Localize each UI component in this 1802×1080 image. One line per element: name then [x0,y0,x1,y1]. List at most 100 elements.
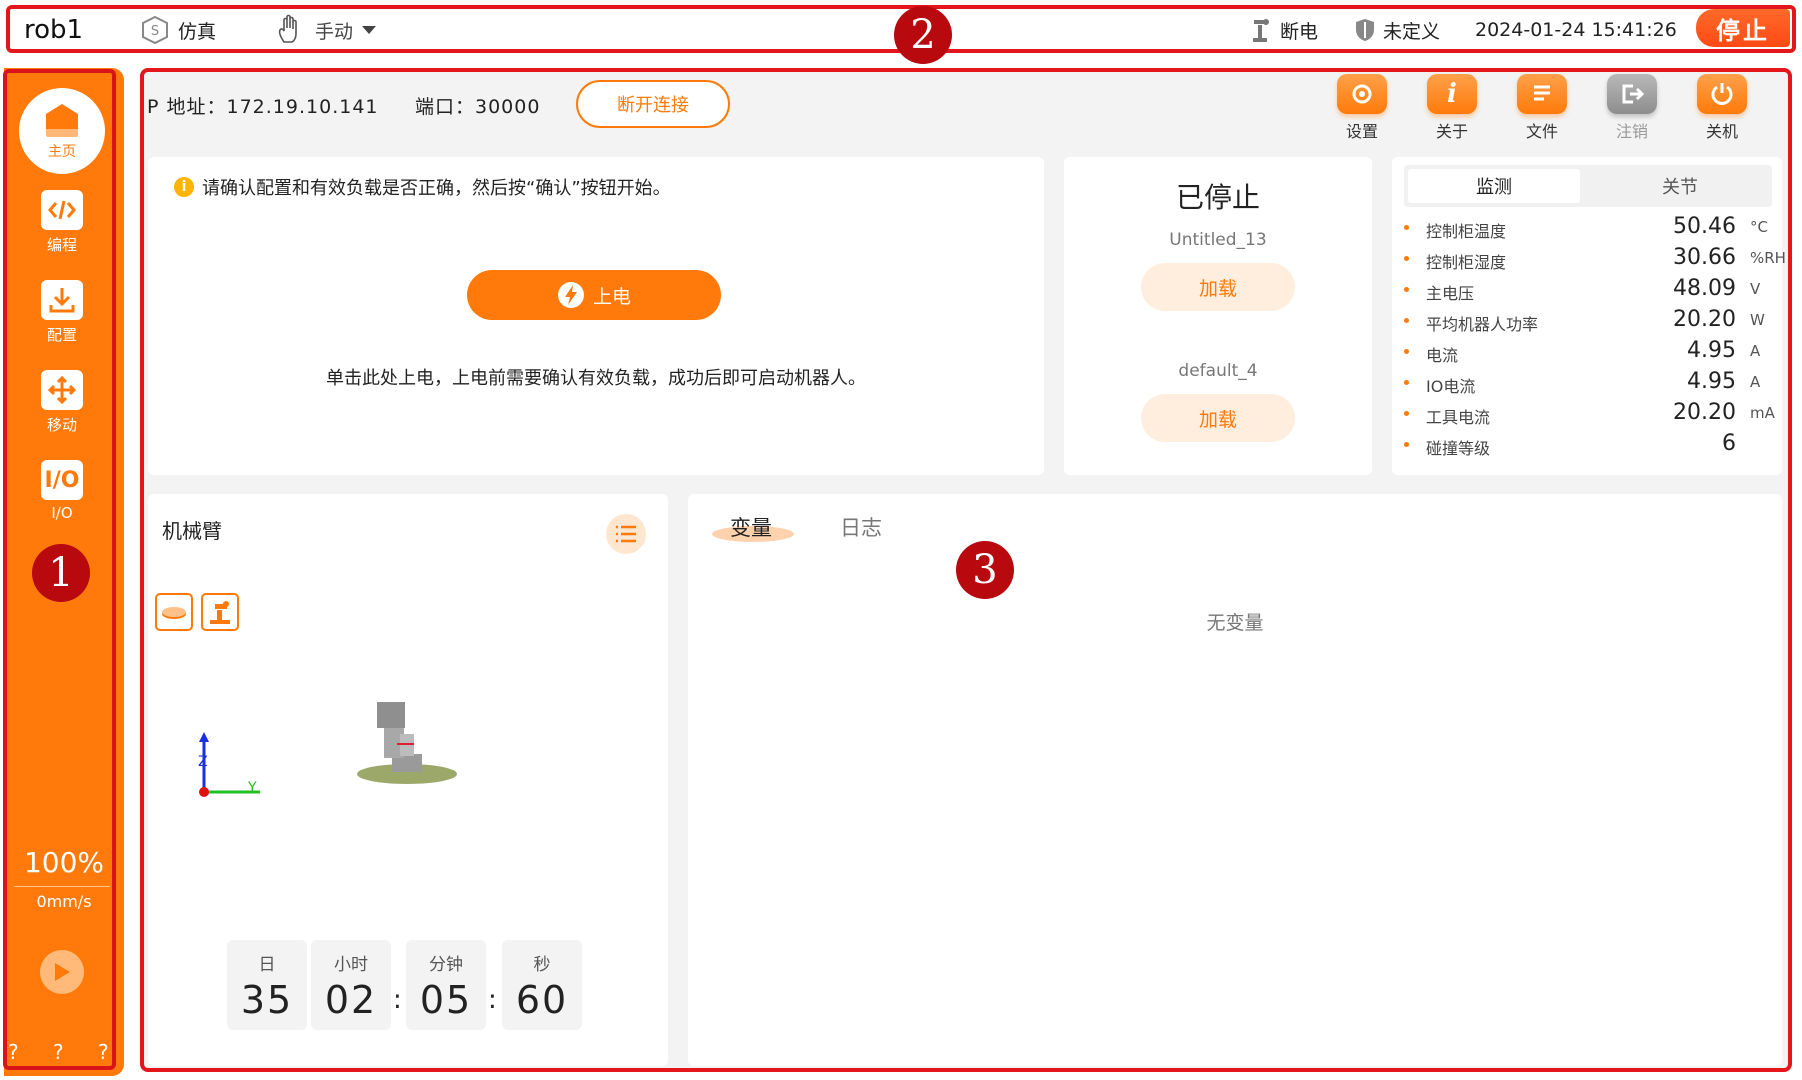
axis-z-label: Z [198,754,208,770]
file-label: 文件 [1525,122,1558,141]
monitor-row-unit: A [1750,373,1761,391]
play-icon [55,963,70,981]
chevron-down-icon [362,26,377,34]
robot-arm-icon [210,601,230,624]
power-icon [1697,74,1747,114]
tab-joints[interactable]: 关节 [1594,169,1766,203]
monitor-row: IO电流 4.95 A [1404,369,1776,397]
power-on-label: 上电 [592,285,631,308]
monitor-row-unit: %RH [1750,249,1786,267]
monitor-row-value: 48.09 [1673,276,1736,301]
monitor-row-name: 工具电流 [1426,408,1491,427]
home-icon [46,104,78,137]
monitor-row-name: 电流 [1426,346,1459,365]
play-button[interactable] [40,950,84,994]
tool-state: 未定义 [1355,15,1440,45]
monitor-row: 主电压 48.09 V [1404,276,1776,304]
monitor-row: 工具电流 20.20 mA [1404,400,1776,428]
download-icon [41,280,83,320]
nav-io-label: I/O [51,504,73,522]
info-icon: i [1427,74,1477,114]
stop-button[interactable]: 停止 [1696,9,1790,47]
speed-percent[interactable]: 100% [14,846,114,879]
monitor-row-unit: A [1750,342,1761,360]
simulation-mode-label: 仿真 [178,20,217,43]
timer-minutes-value: 05 [419,978,473,1022]
empty-variables-text: 无变量 [1206,612,1264,634]
base-view-button[interactable] [155,593,193,631]
callout-2: 2 [894,6,952,64]
logout-button[interactable]: 注销 [1597,74,1667,142]
timer-separator: : [393,985,402,1015]
settings-button[interactable]: 设置 [1327,74,1397,142]
tab-monitor[interactable]: 监测 [1408,169,1580,203]
speed-divider [14,886,110,887]
monitor-row-name: IO电流 [1426,377,1476,396]
tab-variables[interactable]: 变量 [730,512,772,542]
monitor-row-unit: mA [1750,404,1775,422]
io-icon: I/O [41,460,83,500]
nav-move-label: 移动 [46,416,77,434]
monitor-row-name: 碰撞等级 [1426,439,1491,458]
timer-hours-value: 02 [324,978,378,1022]
speed-value: 0mm/s [36,892,92,911]
power-on-button[interactable]: 上电 [467,270,721,320]
simulation-mode[interactable]: S 仿真 [140,15,216,45]
lightning-icon [557,282,584,308]
nav-move[interactable]: 移动 [22,370,102,435]
bullet-icon [1404,318,1409,323]
shield-icon [1356,19,1374,41]
disconnect-button[interactable]: 断开连接 [576,80,730,128]
logout-icon [1607,74,1657,114]
warning-icon: i [174,177,194,197]
monitor-row-value: 6 [1722,431,1736,456]
monitor-row: 碰撞等级 6 [1404,431,1776,459]
nav-home[interactable]: 主页 [19,88,105,174]
datetime: 2024-01-24 15:41:26 [1475,19,1677,41]
tab-log[interactable]: 日志 [840,512,882,542]
nav-programming[interactable]: 编程 [22,190,102,255]
ip-address: P 地址：172.19.10.141 [147,96,379,118]
monitor-row-value: 30.66 [1673,245,1736,270]
bullet-icon [1404,287,1409,292]
nav-config-label: 配置 [46,326,77,344]
monitor-row: 控制柜湿度 30.66 %RH [1404,245,1786,273]
nav-config[interactable]: 配置 [22,280,102,345]
timer-days-value: 35 [240,978,294,1022]
robot-name[interactable]: rob1 [24,15,83,45]
load-program-button[interactable]: 加载 [1141,263,1295,311]
robot-view-button[interactable] [201,593,239,631]
program-state: 已停止 [1175,181,1260,214]
monitor-row-name: 控制柜湿度 [1426,253,1507,272]
bullet-icon [1404,411,1409,416]
bullet-icon [1404,256,1409,261]
manual-mode-dropdown[interactable]: 手动 [275,14,377,45]
base-icon [162,607,186,619]
file-icon [1517,74,1567,114]
hand-icon [278,14,297,43]
bullet-icon [1404,442,1409,447]
monitor-row-value: 20.20 [1673,307,1736,332]
timer-days-label: 日 [258,955,276,975]
svg-text:S: S [151,24,159,39]
power-state: 断电 [1250,15,1318,45]
payload-name: default_4 [1178,361,1258,381]
axis-y-label: Y [247,780,257,796]
monitor-row: 电流 4.95 A [1404,338,1776,366]
monitor-row-unit: V [1750,280,1761,298]
file-button[interactable]: 文件 [1507,74,1577,142]
program-name: Untitled_13 [1169,230,1267,250]
arm-panel-title: 机械臂 [162,519,222,543]
shutdown-button[interactable]: 关机 [1687,74,1757,142]
arm-menu-button[interactable] [606,514,646,554]
monitor-row-value: 4.95 [1687,338,1736,363]
list-icon [616,525,636,543]
power-state-label: 断电 [1280,20,1319,43]
bullet-icon [1404,380,1409,385]
nav-programming-label: 编程 [46,236,77,254]
shutdown-label: 关机 [1705,122,1738,141]
about-button[interactable]: i 关于 [1417,74,1487,142]
monitor-row-unit: °C [1750,218,1768,236]
nav-io[interactable]: I/O I/O [22,460,102,522]
load-payload-button[interactable]: 加载 [1141,394,1295,442]
